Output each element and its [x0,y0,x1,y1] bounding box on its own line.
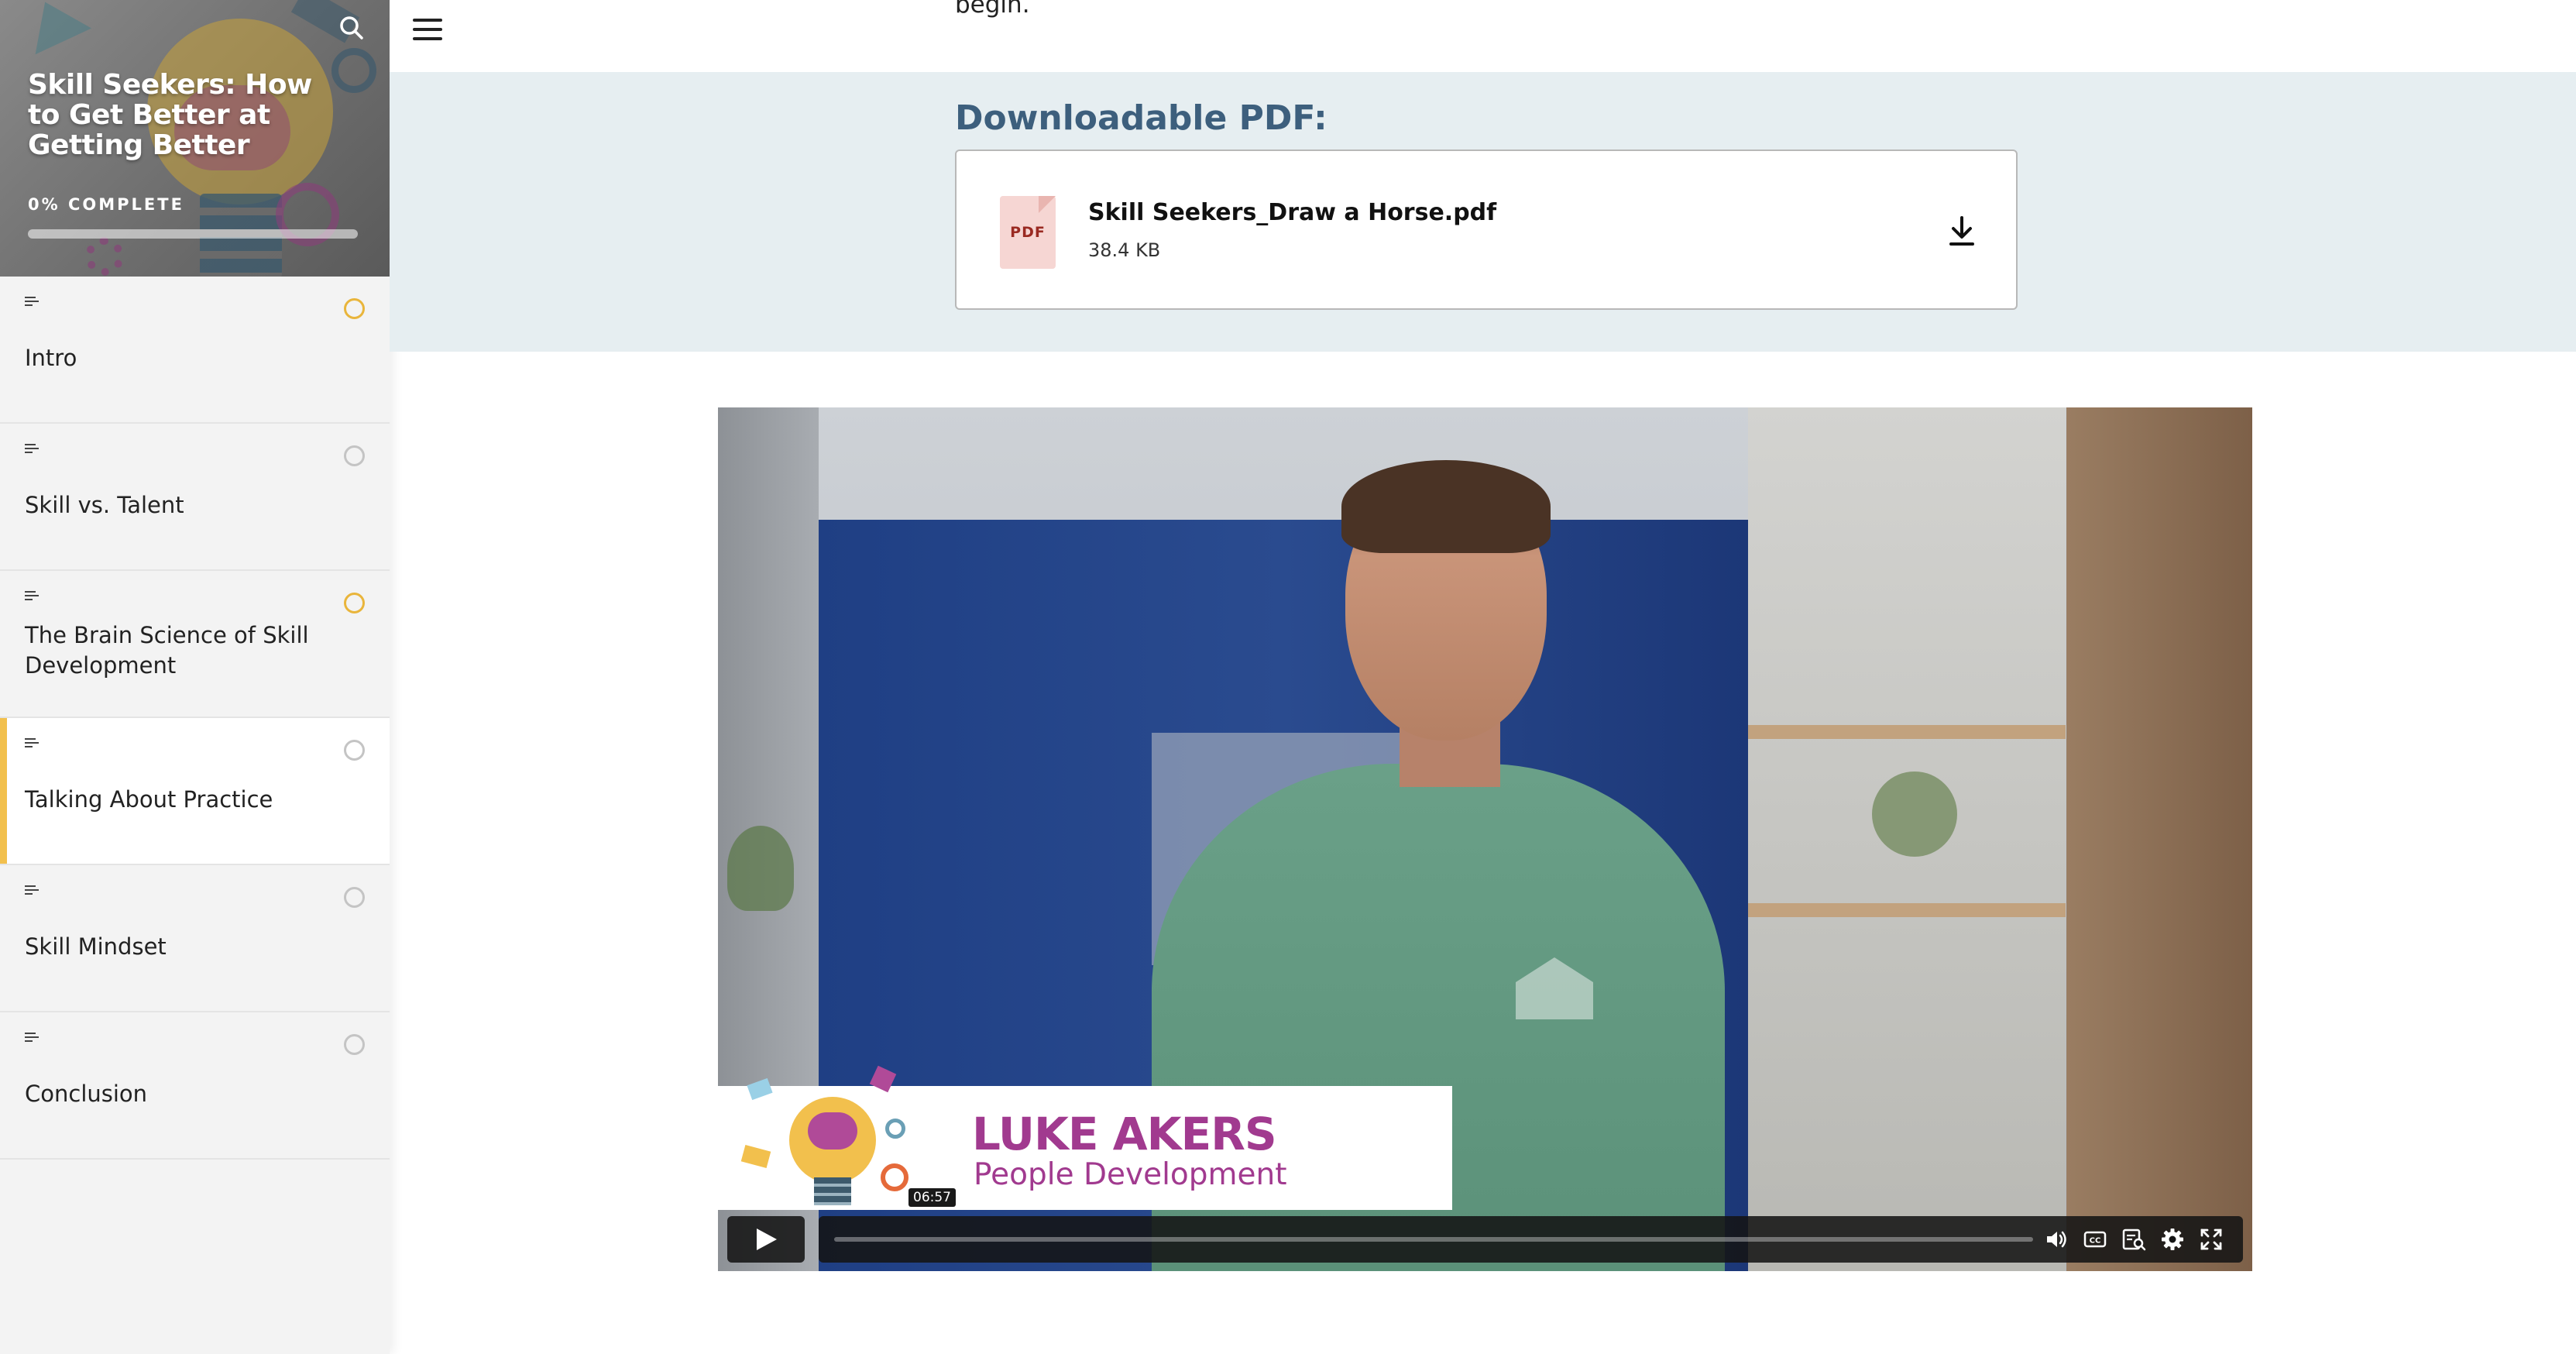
scrubber-time-tooltip: 06:57 [908,1188,956,1207]
lightbulb-base-illustration [814,1177,851,1205]
gear-icon[interactable] [2160,1227,2185,1252]
lesson-item[interactable]: Skill vs. Talent [0,424,390,571]
captions-icon[interactable]: CC [2083,1227,2107,1252]
video-lower-third: LUKE AKERS People Development [718,1065,1452,1210]
lesson-status-icon [344,1034,365,1055]
video-shelf-board [1748,725,2066,739]
lesson-item[interactable]: The Brain Science of Skill Development [0,571,390,718]
lesson-status-icon [344,740,365,761]
video-background-plant [727,826,794,911]
pdf-attachment-card[interactable]: PDF Skill Seekers_Draw a Horse.pdf 38.4 … [955,149,2018,310]
file-name: Skill Seekers_Draw a Horse.pdf [1088,199,1497,226]
text-lines-icon [25,297,39,308]
pencil-illustration [740,1144,771,1169]
lesson-status-icon [344,298,365,319]
lesson-title: Skill Mindset [25,933,167,960]
lesson-status-icon [344,887,365,908]
svg-text:CC: CC [2090,1237,2101,1246]
lesson-item[interactable]: Skill Mindset [0,865,390,1012]
video-player[interactable]: LUKE AKERS People Development 06:57 CC [718,407,2252,1271]
video-shelf-board [1748,903,2066,917]
video-scrubber[interactable] [834,1237,2033,1242]
lesson-title: Conclusion [25,1081,148,1107]
brain-illustration [808,1112,857,1150]
lesson-list: Intro Skill vs. Talent The Brain Science o… [0,277,390,1160]
pdf-file-icon: PDF [1000,196,1056,269]
lesson-status-icon [344,593,365,613]
presenter-role: People Development [974,1157,1287,1192]
download-icon[interactable] [1946,215,1977,249]
text-lines-icon [25,1033,39,1043]
video-controls: 06:57 CC [727,1188,2243,1263]
text-lines-icon [25,738,39,749]
text-lines-icon [25,591,39,602]
download-section: Downloadable PDF: PDF Skill Seekers_Draw… [390,72,2576,352]
video-background-wood-panel [2066,407,2252,1271]
lesson-item[interactable]: Conclusion [0,1012,390,1160]
transcript-icon[interactable] [2121,1227,2146,1252]
lesson-title: Talking About Practice [25,786,273,813]
top-bar: begin. [390,0,2576,72]
download-heading: Downloadable PDF: [955,98,1327,138]
course-progress-bar [28,229,358,239]
video-control-bar: 06:57 CC [819,1188,2243,1263]
volume-icon[interactable] [2044,1227,2069,1252]
hamburger-menu-icon[interactable] [413,19,442,42]
course-sidebar: Skill Seekers: How to Get Better at Gett… [0,0,390,1354]
text-lines-icon [25,444,39,455]
magnifier-illustration [331,48,376,93]
search-icon[interactable] [338,14,366,42]
course-title: Skill Seekers: How to Get Better at Gett… [28,69,312,161]
stopwatch-illustration [881,1163,908,1191]
lesson-title: Skill vs. Talent [25,492,184,518]
pdf-file-type-label: PDF [1010,224,1046,241]
paper-plane-illustration [16,0,92,55]
lesson-status-icon [344,445,365,466]
text-lines-icon [25,885,39,896]
course-header: Skill Seekers: How to Get Better at Gett… [0,0,390,277]
presenter-name: LUKE AKERS [972,1108,1277,1160]
magnifier-illustration [885,1119,905,1139]
play-button[interactable] [727,1216,805,1263]
lesson-item[interactable]: Talking About Practice [0,718,390,865]
file-size: 38.4 KB [1088,239,1161,261]
previous-paragraph-text: begin. [955,0,1030,19]
presenter-hair [1341,460,1551,553]
video-background-plant [1872,772,1957,857]
fullscreen-icon[interactable] [2199,1227,2224,1252]
lesson-item[interactable]: Intro [0,277,390,424]
progress-label: 0% COMPLETE [28,195,184,214]
lesson-title: Intro [25,345,77,371]
lesson-title: The Brain Science of Skill Development [25,622,309,679]
gear-illustration [85,237,124,276]
